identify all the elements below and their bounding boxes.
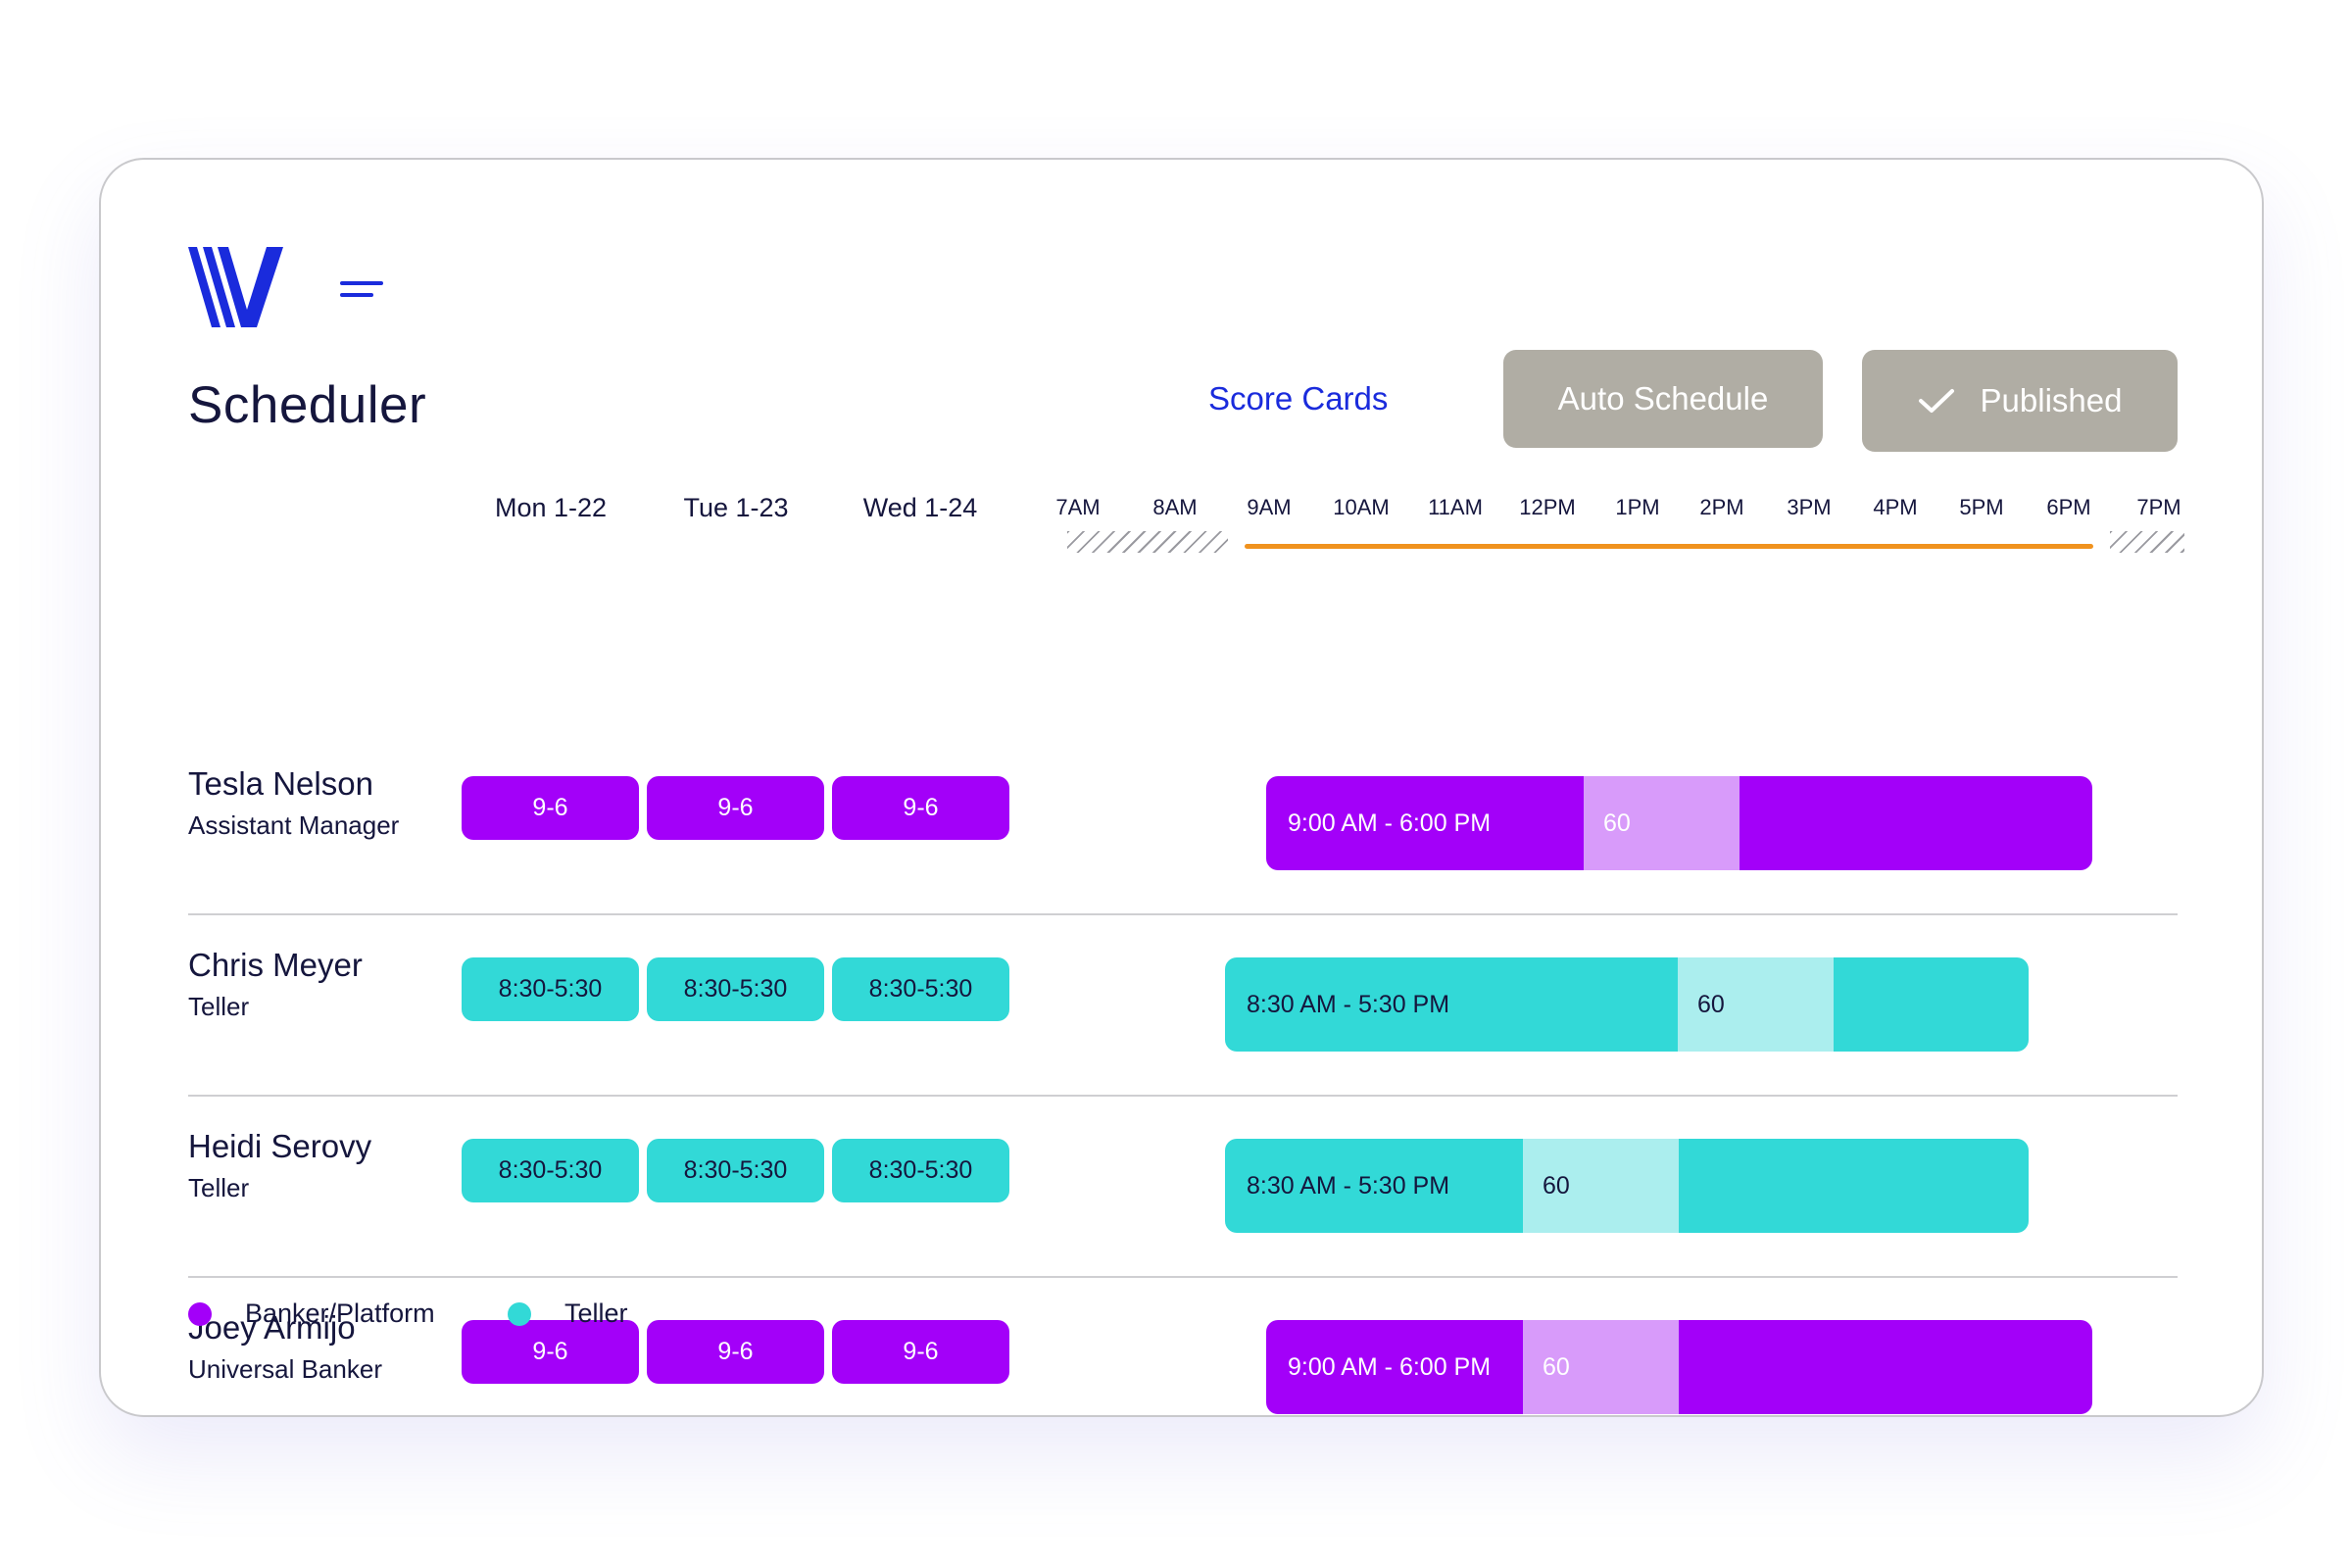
employee-name: Tesla Nelson bbox=[188, 765, 373, 802]
hour-label: 7AM bbox=[1055, 495, 1101, 519]
hour-label: 10AM bbox=[1333, 495, 1390, 519]
timeline-break-bar[interactable]: 60 bbox=[1678, 957, 1834, 1052]
timeline-shift-bar[interactable]: 9:00 AM - 6:00 PM bbox=[1266, 1320, 1523, 1414]
employee-role: Universal Banker bbox=[188, 1354, 382, 1384]
shift-pill[interactable]: 9-6 bbox=[462, 776, 639, 840]
hour-label: 6PM bbox=[2046, 495, 2091, 519]
legend-label: Banker/Platform bbox=[245, 1298, 435, 1328]
employee-role: Teller bbox=[188, 1173, 250, 1202]
timeline-shift-label: 8:30 AM - 5:30 PM bbox=[1247, 1171, 1450, 1200]
timeline-shift-bar[interactable]: 8:30 AM - 5:30 PM bbox=[1225, 957, 1678, 1052]
employee-name: Heidi Serovy bbox=[188, 1128, 372, 1164]
day-header-wed: Wed 1-24 bbox=[862, 493, 978, 522]
employee-row: Tesla Nelson Assistant Manager 9-6 9-6 9… bbox=[188, 732, 2178, 913]
shift-pill[interactable]: 8:30-5:30 bbox=[832, 957, 1009, 1021]
auto-schedule-button[interactable]: Auto Schedule bbox=[1503, 350, 1823, 448]
timeline-shift-bar[interactable]: 9:00 AM - 6:00 PM bbox=[1266, 776, 1584, 870]
business-hours-line bbox=[1245, 544, 2093, 549]
hamburger-menu-icon[interactable] bbox=[340, 281, 383, 301]
employee-row: Joey Armijo Universal Banker 9-6 9-6 9-6… bbox=[188, 1276, 2178, 1457]
timeline-shift-label: 9:00 AM - 6:00 PM bbox=[1288, 808, 1492, 837]
shift-pill[interactable]: 9-6 bbox=[832, 1320, 1009, 1384]
banker-dot-icon bbox=[188, 1301, 212, 1326]
timeline-break-bar[interactable]: 60 bbox=[1584, 776, 1740, 870]
break-duration-label: 60 bbox=[1697, 990, 1725, 1018]
break-duration-label: 60 bbox=[1543, 1171, 1570, 1200]
hour-label: 11AM bbox=[1428, 495, 1483, 519]
published-button[interactable]: Published bbox=[1862, 350, 2178, 452]
day-header-tue: Tue 1-23 bbox=[683, 493, 789, 522]
page-title: Scheduler bbox=[188, 376, 427, 434]
published-label: Published bbox=[1980, 382, 2123, 418]
legend-item-banker: Banker/Platform bbox=[188, 1298, 435, 1329]
closed-hours-hatch bbox=[1067, 531, 1228, 553]
hour-label: 4PM bbox=[1873, 495, 1918, 519]
teller-dot-icon bbox=[508, 1301, 531, 1326]
hour-label: 12PM bbox=[1519, 495, 1576, 519]
timeline-shift-bar[interactable] bbox=[1834, 957, 2029, 1052]
employee-role: Assistant Manager bbox=[188, 810, 400, 840]
timeline-shift-bar[interactable] bbox=[1740, 776, 2092, 870]
shift-pill[interactable]: 9-6 bbox=[647, 1320, 824, 1384]
v-logo-icon bbox=[188, 247, 283, 327]
shift-pill[interactable]: 8:30-5:30 bbox=[462, 1139, 639, 1202]
shift-pill[interactable]: 8:30-5:30 bbox=[832, 1139, 1009, 1202]
hour-label: 5PM bbox=[1959, 495, 2004, 519]
hour-label: 3PM bbox=[1787, 495, 1832, 519]
employee-row: Chris Meyer Teller 8:30-5:30 8:30-5:30 8… bbox=[188, 913, 2178, 1095]
employee-row: Heidi Serovy Teller 8:30-5:30 8:30-5:30 … bbox=[188, 1095, 2178, 1276]
legend-label: Teller bbox=[564, 1298, 628, 1328]
check-icon bbox=[1918, 389, 1954, 413]
shift-pill[interactable]: 8:30-5:30 bbox=[647, 1139, 824, 1202]
timeline-shift-bar[interactable]: 8:30 AM - 5:30 PM bbox=[1225, 1139, 1523, 1233]
employee-role: Teller bbox=[188, 992, 250, 1021]
timeline-shift-label: 8:30 AM - 5:30 PM bbox=[1247, 990, 1450, 1018]
break-duration-label: 60 bbox=[1543, 1352, 1570, 1381]
shift-pill[interactable]: 9-6 bbox=[832, 776, 1009, 840]
timeline-shift-label: 9:00 AM - 6:00 PM bbox=[1288, 1352, 1492, 1381]
hour-label: 1PM bbox=[1615, 495, 1660, 519]
hour-label: 2PM bbox=[1699, 495, 1744, 519]
timeline-shift-bar[interactable] bbox=[1679, 1320, 2092, 1414]
hour-label: 9AM bbox=[1247, 495, 1292, 519]
employee-name: Chris Meyer bbox=[188, 947, 363, 983]
shift-pill[interactable]: 9-6 bbox=[462, 1320, 639, 1384]
scheduler-card: Scheduler Score Cards Auto Schedule Publ… bbox=[99, 158, 2264, 1417]
day-header-mon: Mon 1-22 bbox=[494, 493, 608, 522]
break-duration-label: 60 bbox=[1603, 808, 1631, 837]
shift-pill[interactable]: 8:30-5:30 bbox=[647, 957, 824, 1021]
legend-item-teller: Teller bbox=[508, 1298, 628, 1329]
auto-schedule-label: Auto Schedule bbox=[1557, 380, 1769, 416]
timeline-break-bar[interactable]: 60 bbox=[1523, 1139, 1679, 1233]
hour-label: 7PM bbox=[2136, 495, 2181, 519]
hour-label: 8AM bbox=[1152, 495, 1198, 519]
shift-pill[interactable]: 8:30-5:30 bbox=[462, 957, 639, 1021]
shift-pill[interactable]: 9-6 bbox=[647, 776, 824, 840]
score-cards-link[interactable]: Score Cards bbox=[1208, 380, 1388, 417]
closed-hours-hatch bbox=[2110, 531, 2184, 553]
timeline-break-bar[interactable]: 60 bbox=[1523, 1320, 1679, 1414]
timeline-shift-bar[interactable] bbox=[1679, 1139, 2029, 1233]
